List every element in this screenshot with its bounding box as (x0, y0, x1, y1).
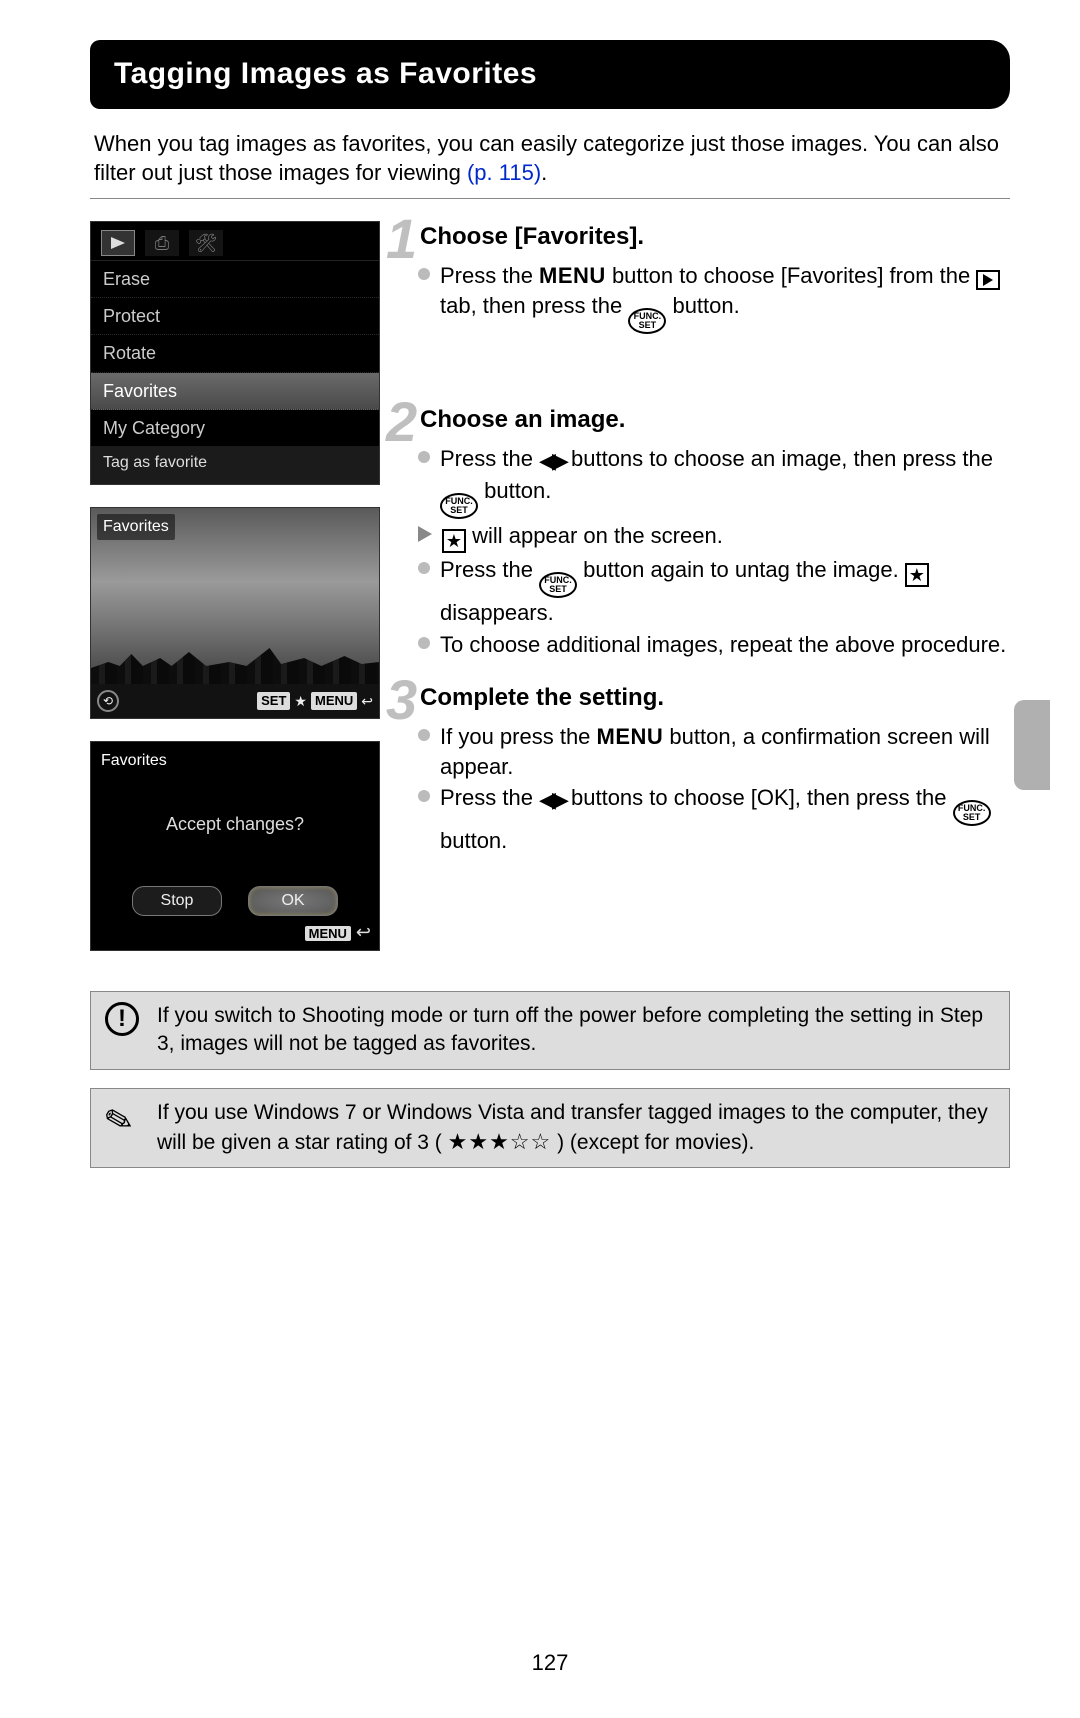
step-2-bullet-1: Press the ◀▶ buttons to choose an image,… (440, 444, 1010, 519)
step-number-3: 3 (386, 672, 417, 728)
func-set-button-icon: FUNC.SET (539, 572, 577, 598)
bullet-icon (418, 637, 430, 649)
section-thumb-tab (1014, 700, 1050, 790)
menu-button-label: MENU (597, 724, 664, 749)
menu-button-label: MENU (539, 263, 606, 288)
pencil-icon: ✎ (100, 1096, 139, 1148)
lcd-photo-screenshot: Favorites ⟲ SET ★ MENU ↩ (90, 507, 380, 719)
step-2-result: ★ will appear on the screen. (442, 521, 723, 553)
step-3: 3 Complete the setting. If you press the… (400, 682, 1010, 856)
star-box-icon: ★ (442, 529, 466, 553)
page-title: Tagging Images as Favorites (90, 40, 1010, 109)
bullet-icon (418, 790, 430, 802)
menu-help-text: Tag as favorite (91, 446, 379, 484)
step-number-2: 2 (386, 394, 417, 450)
bullet-icon (418, 268, 430, 280)
caution-note: ! If you switch to Shooting mode or turn… (90, 991, 1010, 1070)
star-rating-3-icon: ★★★☆☆ (448, 1129, 552, 1154)
step-3-bullet-1: If you press the MENU button, a confirma… (440, 722, 1010, 781)
step-2: 2 Choose an image. Press the ◀▶ buttons … (400, 404, 1010, 660)
step-2-bullet-3: Press the FUNC.SET button again to untag… (440, 555, 1010, 628)
bullet-icon (418, 451, 430, 463)
lcd-menu-screenshot: ⎙ 🛠 Erase Protect Rotate Favorites My Ca… (90, 221, 380, 485)
intro-text-end: . (541, 160, 547, 185)
step-3-heading: Complete the setting. (420, 682, 1010, 714)
menu-item-erase: Erase (91, 261, 379, 298)
set-indicator: SET (257, 692, 290, 710)
exclamation-icon: ! (105, 1002, 139, 1036)
left-right-arrows-icon: ◀▶ (539, 448, 565, 473)
step-2-heading: Choose an image. (420, 404, 1010, 436)
confirm-stop-button: Stop (132, 886, 222, 916)
func-set-button-icon: FUNC.SET (953, 800, 991, 826)
orientation-icon: ⟲ (97, 690, 119, 712)
info-note-text: If you use Windows 7 or Windows Vista an… (157, 1099, 995, 1158)
left-right-arrows-icon: ◀▶ (539, 787, 565, 812)
confirm-title: Favorites (91, 742, 379, 780)
step-1: 1 Choose [Favorites]. Press the MENU but… (400, 221, 1010, 334)
confirm-menu-indicator: MENU (305, 926, 351, 941)
menu-item-rotate: Rotate (91, 335, 379, 372)
caution-note-text: If you switch to Shooting mode or turn o… (157, 1002, 995, 1059)
menu-item-favorites: Favorites (91, 373, 379, 410)
lcd-confirm-screenshot: Favorites Accept changes? Stop OK MENU ↩ (90, 741, 380, 951)
step-3-bullet-2: Press the ◀▶ buttons to choose [OK], the… (440, 783, 1010, 856)
star-box-icon: ★ (905, 563, 929, 587)
menu-indicator: MENU (311, 692, 357, 710)
step-number-1: 1 (386, 211, 417, 267)
page-link-115[interactable]: (p. 115) (467, 160, 541, 185)
step-1-bullet-1: Press the MENU button to choose [Favorit… (440, 261, 1010, 334)
menu-item-protect: Protect (91, 298, 379, 335)
return-icon: ↩ (356, 922, 371, 942)
result-arrow-icon (418, 526, 432, 542)
step-1-heading: Choose [Favorites]. (420, 221, 1010, 253)
star-indicator-icon: ★ (294, 692, 307, 711)
bullet-icon (418, 562, 430, 574)
playback-tab-icon (976, 270, 1000, 290)
func-set-button-icon: FUNC.SET (628, 308, 666, 334)
return-icon: ↩ (361, 692, 373, 711)
page-number: 127 (90, 1648, 1010, 1678)
menu-item-my-category: My Category (91, 410, 379, 446)
photo-overlay-favorites-label: Favorites (97, 514, 175, 540)
intro-paragraph: When you tag images as favorites, you ca… (90, 129, 1010, 199)
bullet-icon (418, 729, 430, 741)
tools-tab-icon: 🛠 (189, 230, 223, 256)
confirm-message: Accept changes? (91, 812, 379, 836)
playback-tab-icon (101, 230, 135, 256)
func-set-button-icon: FUNC.SET (440, 493, 478, 519)
step-2-bullet-4: To choose additional images, repeat the … (440, 630, 1006, 660)
confirm-ok-button: OK (248, 886, 338, 916)
print-tab-icon: ⎙ (145, 230, 179, 256)
info-note: ✎ If you use Windows 7 or Windows Vista … (90, 1088, 1010, 1169)
